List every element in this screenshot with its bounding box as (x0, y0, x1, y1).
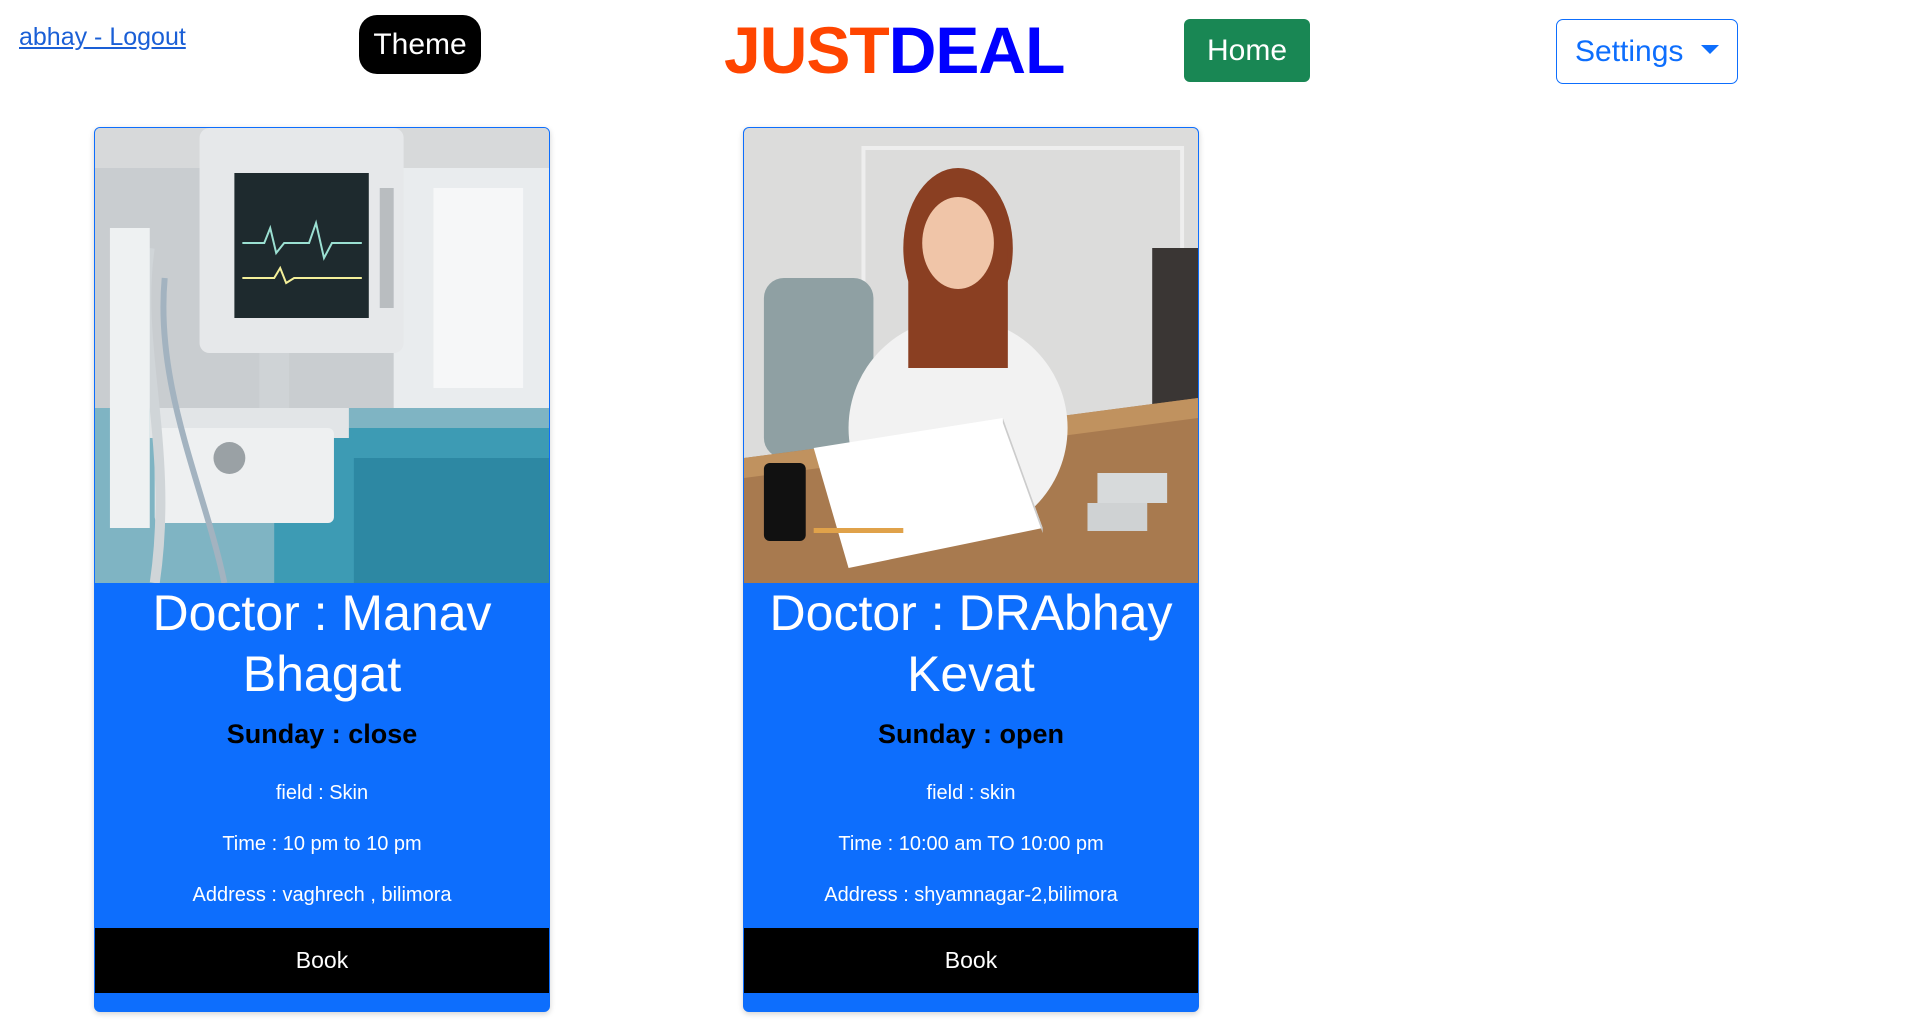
doctor-card: Doctor : DRAbhay Kevat Sunday : open fie… (743, 127, 1199, 1012)
settings-dropdown-button[interactable]: Settings (1556, 19, 1738, 84)
caret-down-icon (1701, 45, 1719, 54)
doctor-time: Time : 10 pm to 10 pm (222, 833, 422, 855)
doctor-name: Doctor : DRAbhay Kevat (769, 585, 1173, 702)
doctor-field: field : skin (926, 782, 1016, 804)
logout-link[interactable]: abhay - Logout (19, 23, 186, 52)
book-button[interactable]: Book (95, 928, 549, 993)
doctor-field: field : Skin (275, 782, 369, 804)
doctor-card: Doctor : Manav Bhagat Sunday : close fie… (94, 127, 550, 1012)
doctor-address: Address : vaghrech , bilimora (192, 884, 452, 906)
doctor-name: Doctor : Manav Bhagat (152, 585, 492, 702)
home-button[interactable]: Home (1184, 19, 1310, 82)
brand-logo-part2: DEAL (888, 13, 1066, 87)
doctor-address: Address : shyamnagar-2,bilimora (824, 884, 1118, 906)
theme-button[interactable]: Theme (359, 15, 481, 74)
book-button[interactable]: Book (744, 928, 1198, 993)
sunday-status: Sunday : open (877, 719, 1064, 749)
card-body: Doctor : DRAbhay Kevat Sunday : open fie… (744, 583, 1198, 907)
page: abhay - Logout Theme JUSTDEAL Home Setti… (0, 0, 1922, 1027)
hospital-monitor-photo (95, 128, 549, 583)
brand-logo: JUSTDEAL (724, 10, 1066, 90)
sunday-status: Sunday : close (226, 719, 418, 749)
settings-label: Settings (1575, 34, 1684, 68)
doctor-time: Time : 10:00 am TO 10:00 pm (838, 833, 1104, 855)
doctor-writing-photo (744, 128, 1198, 583)
brand-logo-part1: JUST (724, 13, 890, 87)
card-body: Doctor : Manav Bhagat Sunday : close fie… (95, 583, 549, 907)
